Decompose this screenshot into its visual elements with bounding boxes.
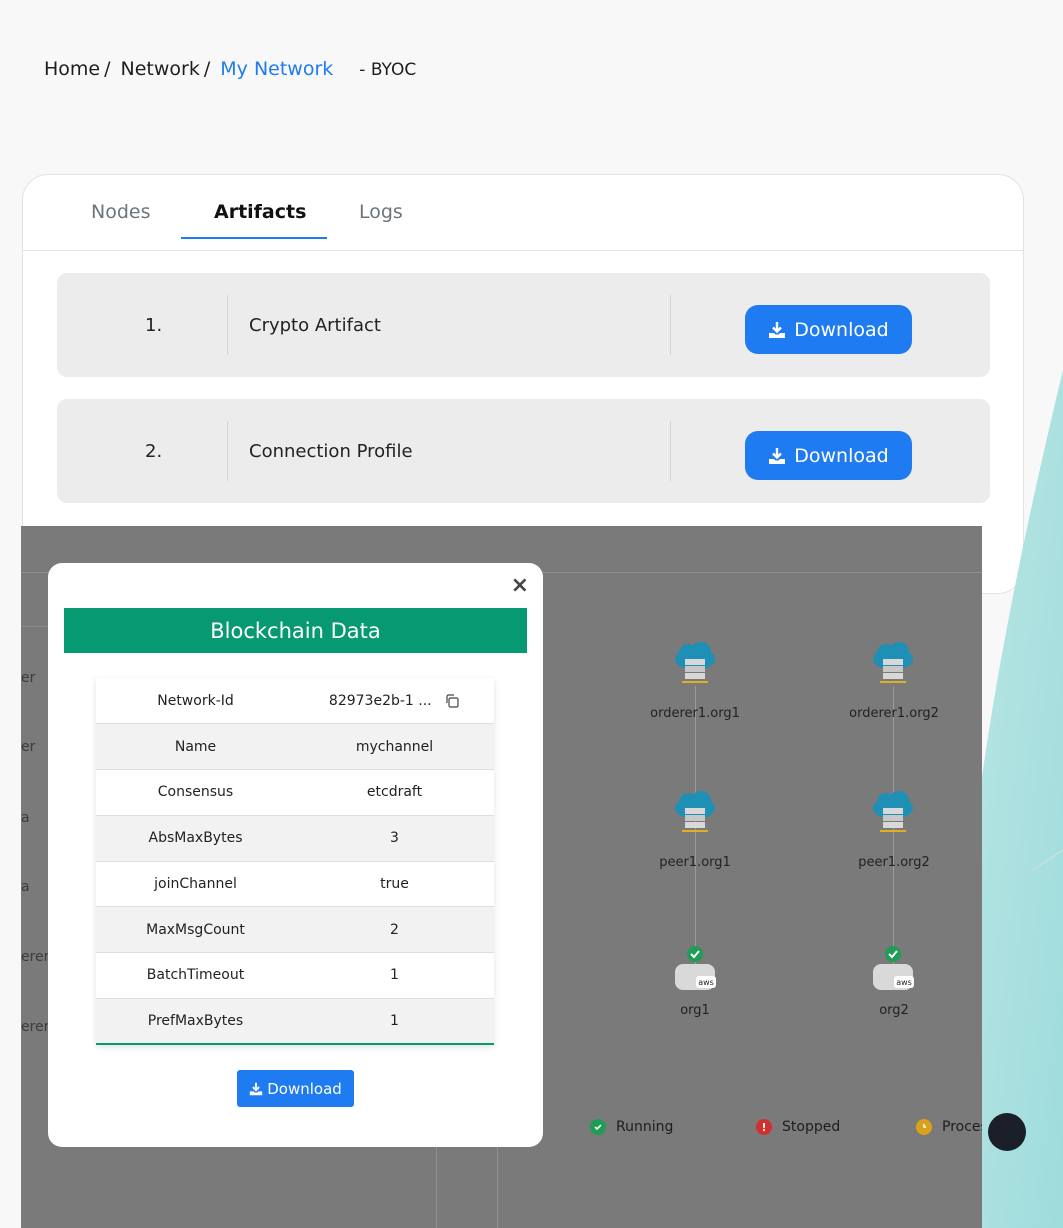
cloud-server-icon[interactable] — [868, 788, 918, 838]
copy-icon[interactable] — [444, 693, 460, 709]
row-value: 1 — [390, 967, 399, 984]
row-key: BatchTimeout — [146, 967, 245, 984]
cloud-server-icon[interactable] — [670, 788, 720, 838]
download-connection-profile-button[interactable]: Download — [745, 431, 912, 480]
row-key: Network-Id — [157, 692, 234, 709]
row-key: Name — [174, 738, 217, 755]
table-row: joinChannel true — [96, 861, 494, 907]
row-key: PrefMaxBytes — [147, 1012, 244, 1029]
artifact-number: 1. — [145, 314, 163, 336]
table-row: MaxMsgCount 2 — [96, 906, 494, 953]
tab-logs[interactable]: Logs — [359, 201, 403, 223]
table-row: AbsMaxBytes 3 — [96, 815, 494, 861]
artifact-row: 2. Connection Profile Download — [57, 399, 990, 503]
download-crypto-artifact-button[interactable]: Download — [745, 305, 912, 354]
divider — [227, 421, 228, 481]
artifact-number: 2. — [145, 440, 163, 462]
divider — [670, 295, 671, 355]
table-row: Consensus etcdraft — [96, 770, 494, 816]
breadcrumb-separator: / — [104, 58, 111, 80]
legend-label: Proces — [942, 1119, 982, 1135]
modal-title: Blockchain Data — [64, 608, 527, 653]
artifact-name: Connection Profile — [249, 440, 413, 462]
check-icon — [590, 1119, 606, 1135]
node-list-item: er — [21, 739, 36, 755]
node-label: orderer1.org2 — [849, 706, 939, 721]
table-row: PrefMaxBytes 1 — [96, 998, 494, 1044]
node-label: org1 — [680, 1003, 710, 1018]
divider — [227, 295, 228, 355]
row-key: joinChannel — [154, 875, 237, 892]
download-icon — [249, 1082, 263, 1095]
node-list-item: a — [21, 879, 30, 895]
cloud-server-icon[interactable] — [670, 639, 720, 689]
breadcrumb-suffix: - BYOC — [359, 60, 417, 80]
clock-icon — [916, 1119, 932, 1135]
aws-database-icon[interactable]: aws — [670, 944, 720, 994]
svg-text:aws: aws — [896, 978, 912, 987]
breadcrumb-separator: / — [203, 58, 211, 80]
blockchain-data-table: Network-Id 82973e2b-1 ... Name mychannel… — [96, 678, 494, 1045]
download-icon — [769, 321, 786, 338]
node-list-item: er — [21, 670, 36, 686]
row-key: MaxMsgCount — [146, 921, 245, 938]
node-list-item: a — [21, 810, 30, 826]
cloud-server-icon[interactable] — [868, 639, 918, 689]
legend-processing: Proces — [916, 1119, 982, 1135]
chat-launcher-button[interactable] — [988, 1113, 1026, 1151]
artifact-name: Crypto Artifact — [249, 314, 381, 336]
row-value: 3 — [390, 830, 399, 847]
divider — [21, 626, 51, 627]
alert-icon: ! — [756, 1119, 772, 1135]
modal-download-button[interactable]: Download — [237, 1070, 354, 1107]
table-row: Network-Id 82973e2b-1 ... — [96, 678, 494, 724]
breadcrumb-current[interactable]: My Network — [220, 58, 333, 80]
row-key: Consensus — [157, 784, 234, 801]
row-key: AbsMaxBytes — [148, 830, 243, 847]
legend-label: Running — [616, 1119, 674, 1135]
tab-nodes[interactable]: Nodes — [91, 201, 151, 223]
table-row: BatchTimeout 1 — [96, 953, 494, 999]
node-list-item: erer — [21, 949, 50, 965]
node-label: peer1.org2 — [858, 855, 930, 870]
row-value: etcdraft — [366, 784, 423, 801]
row-value: 82973e2b-1 ... — [295, 678, 494, 724]
blockchain-data-modal: × Blockchain Data Network-Id 82973e2b-1 … — [48, 563, 543, 1147]
breadcrumb-home[interactable]: Home — [44, 58, 100, 80]
artifact-row: 1. Crypto Artifact Download — [57, 273, 990, 377]
download-label: Download — [794, 318, 889, 341]
legend-stopped: ! Stopped — [756, 1119, 840, 1135]
row-value: mychannel — [355, 738, 434, 755]
breadcrumb: Home / Network / My Network - BYOC — [44, 58, 416, 80]
download-icon — [769, 447, 786, 464]
node-label: peer1.org1 — [659, 855, 731, 870]
node-list-item: erer — [21, 1019, 50, 1035]
download-label: Download — [794, 444, 889, 467]
divider — [670, 421, 671, 481]
node-label: org2 — [879, 1003, 909, 1018]
tab-artifacts[interactable]: Artifacts — [214, 201, 306, 223]
download-label: Download — [267, 1079, 342, 1098]
row-value: 1 — [390, 1012, 399, 1029]
svg-text:aws: aws — [698, 978, 714, 987]
node-label: orderer1.org1 — [650, 706, 740, 721]
table-row: Name mychannel — [96, 723, 494, 770]
network-id-value: 82973e2b-1 ... — [328, 692, 432, 709]
breadcrumb-network[interactable]: Network — [121, 58, 200, 80]
row-value: true — [380, 875, 409, 892]
active-tab-indicator — [181, 237, 327, 239]
row-value: 2 — [390, 921, 399, 938]
background-decoration — [973, 370, 1063, 1228]
legend-running: Running — [590, 1119, 673, 1135]
tab-bar: Nodes Artifacts Logs — [23, 175, 1023, 251]
legend-label: Stopped — [782, 1119, 841, 1135]
aws-database-icon[interactable]: aws — [868, 944, 918, 994]
close-icon[interactable]: × — [511, 573, 529, 598]
